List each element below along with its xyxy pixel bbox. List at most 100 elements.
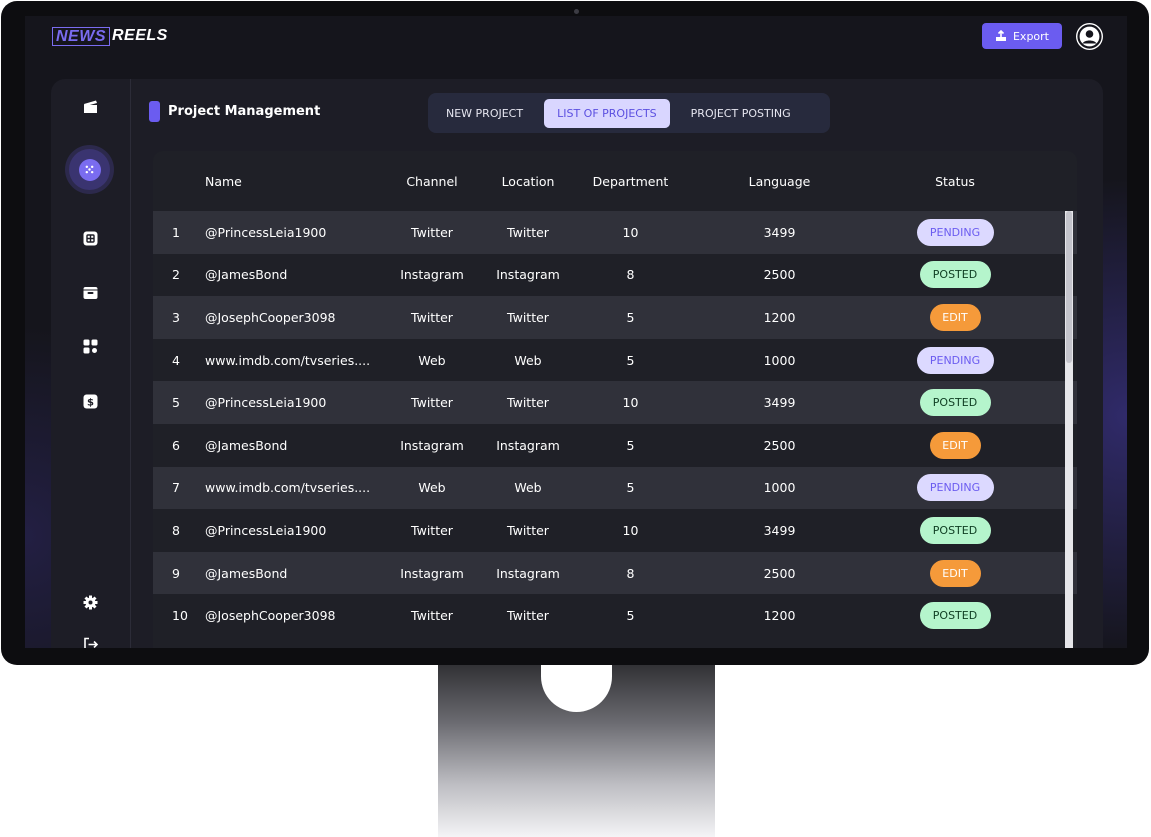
app-screen: NEWS REELS Export $ Project Management N… [25,16,1127,648]
sidebar-item-folders[interactable] [76,278,104,306]
user-avatar[interactable] [1076,23,1103,50]
project-department: 5 [626,437,635,453]
export-button[interactable]: Export [982,23,1062,49]
project-name: @PrincessLeia1900 [205,224,327,240]
row-number: 5 [172,395,180,411]
sidebar-item-logout[interactable] [76,630,104,648]
table-row[interactable]: 1 @PrincessLeia1900 Twitter Twitter 10 3499 PE… [153,211,1077,254]
project-channel: Web [418,480,446,496]
project-channel: Twitter [411,309,453,325]
status-cell: PENDING [889,218,1021,246]
sidebar-item-integrations[interactable] [76,332,104,360]
project-channel: Twitter [411,608,453,624]
row-number: 3 [172,309,180,325]
title-accent-bar [149,101,160,122]
status-badge[interactable]: EDIT [929,559,981,587]
sidebar-item-media[interactable] [76,92,104,120]
project-name: www.imdb.com/tvseries.... [205,352,371,368]
table-row[interactable]: 6 @JamesBond Instagram Instagram 5 2500 EDIT [153,423,1077,467]
sidebar-item-settings[interactable] [76,588,104,616]
col-header-status[interactable]: Status [889,174,1021,189]
project-department: 5 [626,352,635,368]
dollar-icon: $ [83,394,97,408]
status-cell: POSTED [889,389,1021,417]
sidebar-item-dashboard[interactable] [76,224,104,252]
project-language: 1000 [763,480,796,496]
status-badge[interactable]: PENDING [916,218,994,246]
tab-list-of-projects[interactable]: LIST OF PROJECTS [544,98,670,128]
status-badge[interactable]: POSTED [919,261,991,289]
status-cell: POSTED [889,516,1021,544]
status-badge[interactable]: POSTED [919,602,991,630]
table-row[interactable]: 5 @PrincessLeia1900 Twitter Twitter 10 3499 PO… [153,381,1077,424]
project-name: www.imdb.com/tvseries.... [205,480,371,496]
project-department: 5 [626,480,635,496]
project-language: 3499 [763,224,796,240]
project-language: 2500 [763,437,796,453]
page-title: Project Management [149,101,320,122]
project-tabs: NEW PROJECT LIST OF PROJECTS PROJECT POS… [428,93,830,133]
project-name: @JamesBond [205,565,288,581]
logo-reels: REELS [112,27,168,44]
status-cell: PENDING [889,474,1021,502]
project-department: 5 [626,309,635,325]
row-number: 1 [172,224,180,240]
project-location: Instagram [496,437,560,453]
table-row[interactable]: 2 @JamesBond Instagram Instagram 8 2500 POSTED [153,253,1077,297]
projects-table: Name Channel Location Department Languag… [153,151,1077,648]
row-number: 9 [172,565,180,581]
table-row[interactable]: 3 @JosephCooper3098 Twitter Twitter 5 1200 EDI… [153,296,1077,339]
col-header-language[interactable]: Language [670,174,889,189]
project-name: @JamesBond [205,437,288,453]
project-name: @JamesBond [205,267,288,283]
project-department: 10 [622,395,639,411]
logout-icon [83,637,98,648]
status-badge[interactable]: POSTED [919,516,991,544]
dots-grid-icon [78,158,101,181]
table-row[interactable]: 9 @JamesBond Instagram Instagram 8 2500 EDIT [153,551,1077,595]
col-header-name[interactable]: Name [201,174,399,189]
status-badge[interactable]: PENDING [916,474,994,502]
sidebar-item-projects[interactable] [69,149,110,190]
sidebar: $ [51,79,131,648]
scrollbar-thumb[interactable] [1066,211,1072,363]
project-channel: Twitter [411,522,453,538]
table-row[interactable]: 8 @PrincessLeia1900 Twitter Twitter 10 3499 PO… [153,509,1077,552]
project-department: 10 [622,522,639,538]
status-badge[interactable]: EDIT [929,303,981,331]
export-label: Export [1012,29,1049,43]
tab-new-project[interactable]: NEW PROJECT [433,99,536,128]
project-channel: Instagram [400,565,464,581]
status-badge[interactable]: EDIT [929,431,981,459]
logo-news: NEWS [52,26,110,46]
row-number: 4 [172,352,180,368]
project-location: Twitter [507,608,549,624]
project-location: Instagram [496,267,560,283]
project-department: 10 [622,224,639,240]
project-channel: Twitter [411,395,453,411]
col-header-location[interactable]: Location [465,174,591,189]
status-badge[interactable]: PENDING [916,346,994,374]
project-department: 8 [626,565,635,581]
puzzle-icon [83,339,97,353]
folder-icon [83,286,97,299]
project-language: 3499 [763,395,796,411]
status-cell: EDIT [889,559,1021,587]
clapperboard-icon [83,100,97,113]
project-channel: Web [418,352,446,368]
status-cell: EDIT [889,431,1021,459]
col-header-department[interactable]: Department [591,174,670,189]
status-cell: POSTED [889,602,1021,630]
project-language: 3499 [763,522,796,538]
col-header-channel[interactable]: Channel [399,174,465,189]
project-language: 1200 [763,608,796,624]
status-badge[interactable]: POSTED [919,389,991,417]
user-icon [1077,24,1102,49]
table-row[interactable]: 7 www.imdb.com/tvseries.... Web Web 5 1000 PEN… [153,466,1077,510]
table-row[interactable]: 10 @JosephCooper3098 Twitter Twitter 5 1200 PO… [153,594,1077,637]
table-body: 1 @PrincessLeia1900 Twitter Twitter 10 3499 PE… [153,211,1077,637]
sidebar-item-billing[interactable]: $ [76,387,104,415]
table-row[interactable]: 4 www.imdb.com/tvseries.... Web Web 5 1000 PEN… [153,338,1077,382]
project-department: 8 [626,267,635,283]
tab-project-posting[interactable]: PROJECT POSTING [678,99,804,128]
